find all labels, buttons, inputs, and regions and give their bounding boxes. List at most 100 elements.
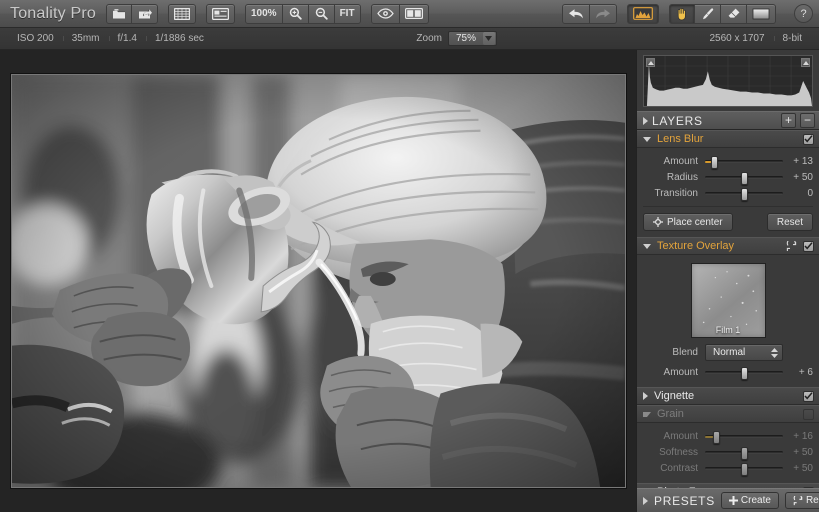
slider-label: Softness [643, 447, 705, 458]
presets-title: PRESETS [654, 494, 715, 508]
chevron-down-icon[interactable] [483, 32, 495, 45]
share-icon[interactable] [132, 4, 158, 24]
lens-blur-reset-button[interactable]: Reset [767, 213, 813, 231]
zoom-out-icon[interactable] [309, 4, 335, 24]
slider-row[interactable]: Amount + 6 [643, 365, 813, 380]
slider-row[interactable]: Transition 0 [643, 186, 813, 201]
image-canvas[interactable] [0, 50, 636, 512]
highlight-clipping-indicator[interactable] [801, 58, 810, 67]
slider-thumb[interactable] [741, 447, 748, 460]
layers-bar[interactable]: LAYERS + − [637, 111, 819, 130]
reset-icon [793, 496, 803, 506]
slider-thumb[interactable] [741, 463, 748, 476]
slider-value: + 50 [783, 172, 813, 183]
gradient-tool-icon[interactable] [747, 4, 776, 24]
shadow-clipping-indicator[interactable] [646, 58, 655, 67]
zoom-in-icon[interactable] [283, 4, 309, 24]
slider-row[interactable]: Radius + 50 [643, 170, 813, 185]
eraser-tool-icon[interactable] [721, 4, 747, 24]
zoom-select-value: 75% [449, 33, 483, 44]
photo-preview[interactable] [11, 74, 626, 488]
slider-thumb[interactable] [741, 172, 748, 185]
histogram-button-group [627, 4, 659, 24]
file-button-group [106, 4, 158, 24]
slider-row[interactable]: Softness + 50 [643, 445, 813, 460]
image-dimensions: 2560 x 1707 [700, 33, 773, 44]
app-title: Tonality Pro [6, 5, 106, 23]
panel-header-vignette[interactable]: Vignette [637, 387, 819, 405]
slider-track[interactable] [705, 467, 783, 470]
help-icon[interactable]: ? [794, 4, 813, 23]
zoom-100-button[interactable]: 100% [245, 4, 283, 24]
collapse-icon[interactable] [643, 412, 651, 417]
slider-track[interactable] [705, 371, 783, 374]
slider-row[interactable]: Amount + 13 [643, 154, 813, 169]
texture-thumbnail[interactable]: Film 1 [691, 263, 766, 338]
add-layer-button[interactable]: + [781, 113, 796, 128]
texture-name: Film 1 [692, 325, 765, 335]
tools-button-group [669, 4, 776, 24]
histogram-display[interactable] [643, 55, 813, 107]
layers-expand-icon[interactable] [643, 117, 648, 125]
reset-presets-button[interactable]: Reset [785, 492, 819, 509]
preview-eye-icon[interactable] [371, 4, 400, 24]
aperture-value: f/1.4 [109, 33, 146, 44]
bit-depth: 8-bit [774, 33, 811, 44]
open-folder-icon[interactable] [106, 4, 132, 24]
split-view-icon[interactable] [400, 4, 429, 24]
presets-bar[interactable]: PRESETS Create Reset [637, 488, 819, 512]
refresh-icon[interactable] [786, 241, 797, 252]
slider-thumb[interactable] [713, 431, 720, 444]
create-preset-button[interactable]: Create [721, 492, 779, 509]
blend-mode-row: Blend Normal [643, 344, 813, 361]
slider-thumb[interactable] [711, 156, 718, 169]
expand-icon[interactable] [643, 392, 648, 400]
collapse-icon[interactable] [643, 244, 651, 249]
application-window: Tonality Pro 100% [0, 0, 819, 512]
blend-mode-select[interactable]: Normal [705, 344, 783, 361]
slider-thumb[interactable] [741, 367, 748, 380]
place-center-button[interactable]: Place center [643, 213, 733, 231]
slider-thumb[interactable] [741, 188, 748, 201]
slider-row[interactable]: Contrast + 50 [643, 461, 813, 476]
presets-expand-icon[interactable] [643, 497, 648, 505]
slider-value: 0 [783, 188, 813, 199]
slider-track[interactable] [705, 192, 783, 195]
slider-track[interactable] [705, 160, 783, 163]
hand-tool-icon[interactable] [669, 4, 695, 24]
panel-enable-checkbox-grain[interactable] [803, 409, 814, 420]
before-after-view-icon[interactable] [206, 4, 235, 24]
lens-blur-actions: Place center Reset [643, 213, 813, 231]
panel-title-lens-blur: Lens Blur [657, 133, 797, 145]
texture-thumbnail-wrap: Film 1 [643, 257, 813, 342]
collapse-icon[interactable] [643, 137, 651, 142]
panel-header-lens-blur[interactable]: Lens Blur [637, 130, 819, 148]
slider-track[interactable] [705, 176, 783, 179]
plus-icon [729, 496, 738, 505]
stepper-chevrons-icon[interactable] [771, 348, 778, 358]
panel-header-grain[interactable]: Grain [637, 405, 819, 423]
brush-tool-icon[interactable] [695, 4, 721, 24]
histogram-icon[interactable] [627, 4, 659, 24]
grid-view-icon[interactable] [168, 4, 196, 24]
panel-enable-checkbox-texture-overlay[interactable] [803, 241, 814, 252]
panel-body-lens-blur: Amount + 13 Radius + 50 [637, 148, 819, 237]
slider-row[interactable]: Amount + 16 [643, 429, 813, 444]
panel-enable-checkbox-vignette[interactable] [803, 391, 814, 402]
redo-icon[interactable] [590, 4, 617, 24]
undo-icon[interactable] [562, 4, 590, 24]
grid-button-group [168, 4, 196, 24]
focal-length-value: 35mm [63, 33, 109, 44]
slider-value: + 16 [783, 431, 813, 442]
zoom-select[interactable]: 75% [448, 31, 497, 46]
slider-track[interactable] [705, 451, 783, 454]
panel-title-texture-overlay: Texture Overlay [657, 240, 780, 252]
slider-track[interactable] [705, 435, 783, 438]
remove-layer-button[interactable]: − [800, 113, 815, 128]
info-bar: ISO 200 35mm f/1.4 1/1886 sec Zoom 75% 2… [0, 28, 819, 50]
iso-value: ISO 200 [8, 33, 63, 44]
panel-header-texture-overlay[interactable]: Texture Overlay [637, 237, 819, 255]
fit-button[interactable]: FIT [335, 4, 361, 24]
panel-enable-checkbox-lens-blur[interactable] [803, 134, 814, 145]
slider-value: + 6 [783, 367, 813, 378]
